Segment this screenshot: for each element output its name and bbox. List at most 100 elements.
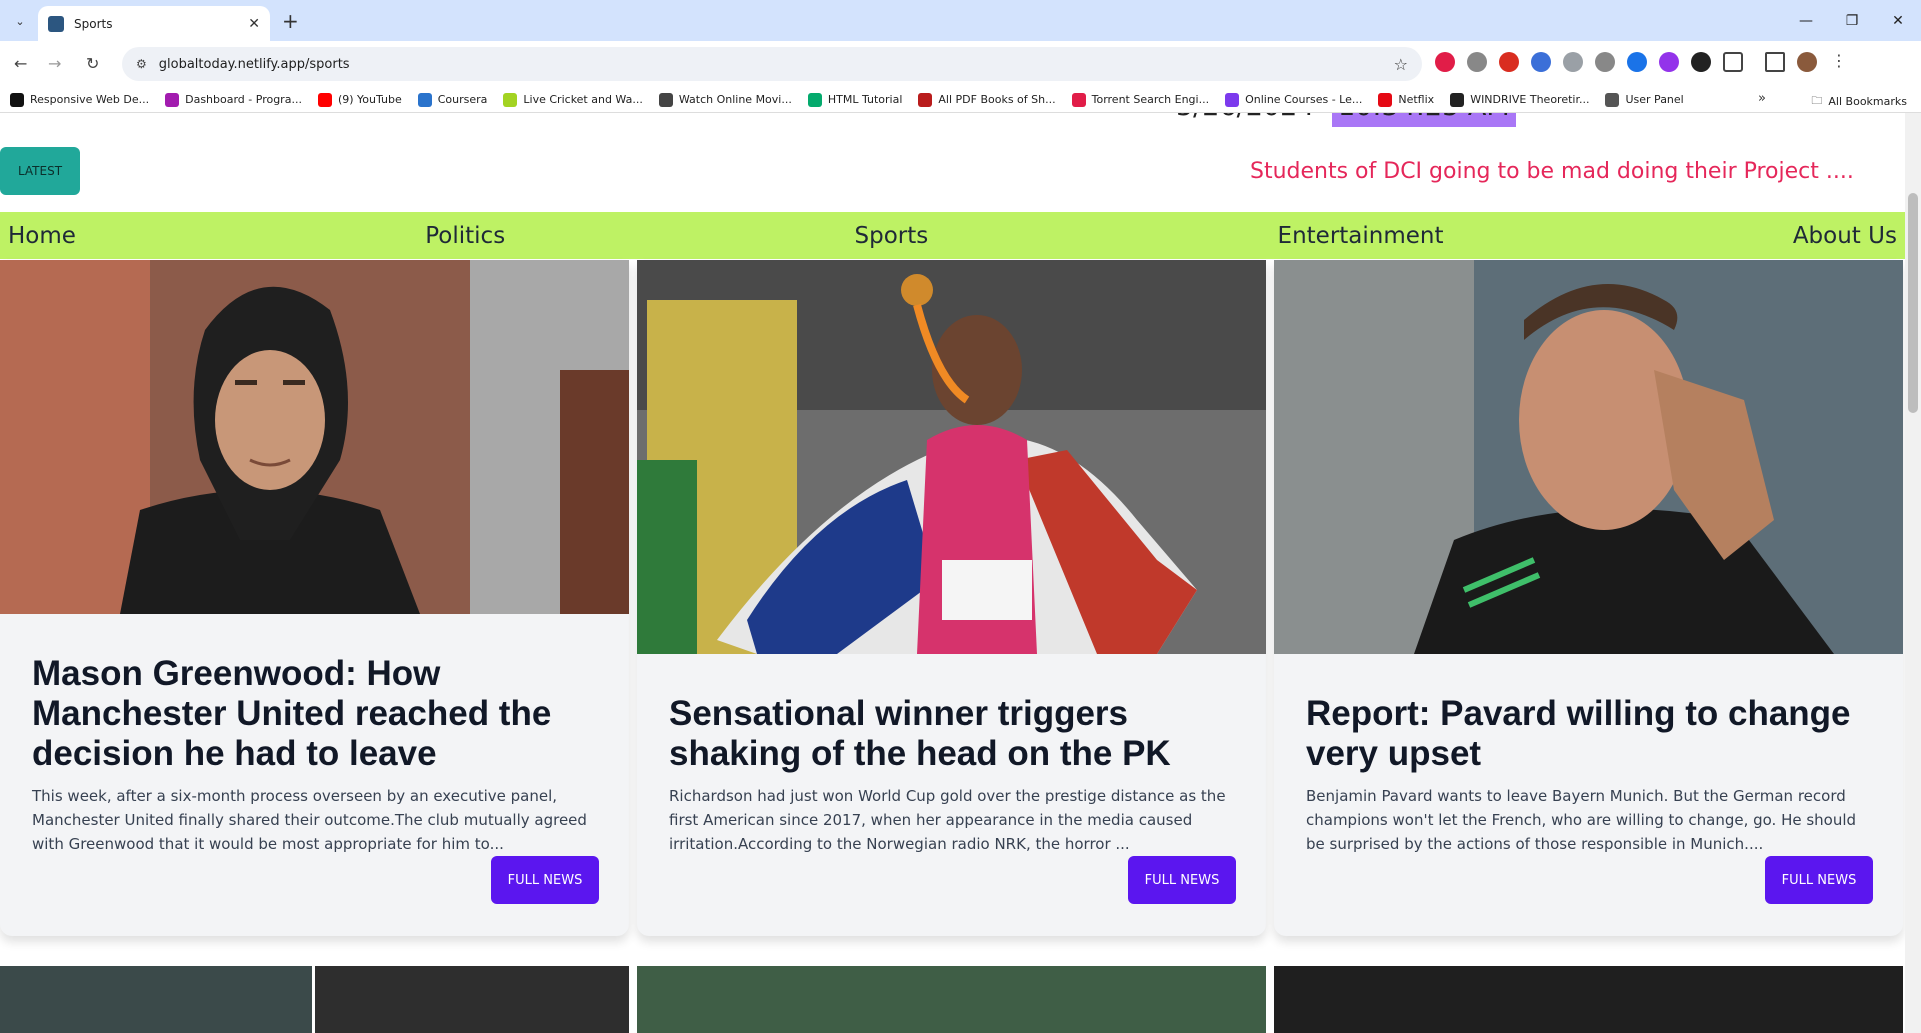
bookmark-favicon-icon bbox=[1225, 92, 1240, 107]
more-bookmarks-icon[interactable]: » bbox=[1758, 91, 1766, 106]
bookmarks-bar: Responsive Web De... Dashboard - Progra..… bbox=[0, 87, 1921, 113]
full-news-button[interactable]: FULL NEWS bbox=[1128, 856, 1236, 904]
browser-tab-strip: ⌄ Sports ✕ + — ❐ ✕ bbox=[0, 0, 1921, 41]
extension-icon[interactable] bbox=[1563, 52, 1583, 72]
bookmark-item[interactable]: Watch Online Movi... bbox=[658, 92, 792, 107]
bookmark-item[interactable]: Responsive Web De... bbox=[10, 92, 150, 107]
bookmark-label: Responsive Web De... bbox=[30, 93, 150, 106]
url-text[interactable]: globaltoday.netlify.app/sports bbox=[159, 57, 1394, 72]
all-bookmarks-label: All Bookmarks bbox=[1828, 95, 1907, 108]
bookmark-favicon-icon bbox=[1450, 92, 1465, 107]
card-title[interactable]: Report: Pavard willing to change very up… bbox=[1306, 694, 1871, 774]
bookmark-label: User Panel bbox=[1625, 93, 1684, 106]
extension-icon[interactable] bbox=[1467, 52, 1487, 72]
nav-sports[interactable]: Sports bbox=[855, 223, 929, 249]
news-card-image-peek bbox=[0, 966, 312, 1033]
menu-kebab-icon[interactable]: ⋮ bbox=[1829, 52, 1849, 72]
new-tab-button[interactable]: + bbox=[282, 9, 299, 33]
nav-politics[interactable]: Politics bbox=[425, 223, 505, 249]
bookmark-label: WINDRIVE Theoretir... bbox=[1470, 93, 1590, 106]
back-icon[interactable]: ← bbox=[14, 54, 27, 73]
extension-icon[interactable] bbox=[1691, 52, 1711, 72]
news-card: Report: Pavard willing to change very up… bbox=[1274, 260, 1903, 936]
site-favicon bbox=[48, 15, 64, 32]
date-display: 5/26/2024 bbox=[1176, 113, 1314, 122]
bookmark-favicon-icon bbox=[1071, 92, 1086, 107]
bookmark-item[interactable]: Coursera bbox=[417, 92, 488, 107]
bookmark-label: (9) YouTube bbox=[337, 93, 402, 106]
bookmark-item[interactable]: Torrent Search Engi... bbox=[1071, 92, 1210, 107]
forward-icon[interactable]: → bbox=[48, 54, 61, 73]
bookmark-label: Watch Online Movi... bbox=[678, 93, 792, 106]
card-excerpt: This week, after a six-month process ove… bbox=[32, 787, 587, 853]
latest-button[interactable]: LATEST bbox=[0, 147, 80, 195]
time-display: 10:34:25 AM bbox=[1332, 113, 1516, 127]
news-card-image-peek bbox=[315, 966, 629, 1033]
main-nav: Home Politics Sports Entertainment About… bbox=[0, 212, 1905, 259]
bookmark-item[interactable]: All PDF Books of Sh... bbox=[918, 92, 1056, 107]
nav-home[interactable]: Home bbox=[8, 223, 76, 249]
news-ticker: Students of DCI going to be mad doing th… bbox=[1250, 159, 1854, 184]
pavard-photo bbox=[1274, 260, 1903, 654]
page-viewport: 5/26/2024 10:34:25 AM LATEST Students of… bbox=[0, 113, 1921, 1033]
tab-search-button[interactable]: ⌄ bbox=[8, 10, 32, 32]
address-bar[interactable]: ⚙ globaltoday.netlify.app/sports ☆ bbox=[122, 47, 1422, 81]
adblock-icon[interactable] bbox=[1435, 52, 1455, 72]
bookmark-label: Torrent Search Engi... bbox=[1091, 93, 1210, 106]
bookmark-label: Online Courses - Le... bbox=[1245, 93, 1363, 106]
nav-entertainment[interactable]: Entertainment bbox=[1278, 223, 1444, 249]
bookmark-favicon-icon bbox=[317, 92, 332, 107]
nav-about-us[interactable]: About Us bbox=[1793, 223, 1897, 249]
side-panel-icon[interactable] bbox=[1765, 52, 1785, 72]
all-bookmarks-button[interactable]: 🗀 All Bookmarks bbox=[1811, 92, 1907, 111]
card-excerpt: Benjamin Pavard wants to leave Bayern Mu… bbox=[1306, 787, 1857, 853]
bookmark-item[interactable]: Dashboard - Progra... bbox=[165, 92, 302, 107]
news-card: Sensational winner triggers shaking of t… bbox=[637, 260, 1266, 936]
extensions-puzzle-icon[interactable] bbox=[1723, 52, 1743, 72]
bookmark-item[interactable]: Live Cricket and Wa... bbox=[503, 92, 643, 107]
active-tab[interactable]: Sports ✕ bbox=[38, 6, 270, 41]
restore-icon[interactable]: ❐ bbox=[1829, 0, 1875, 41]
card-title[interactable]: Mason Greenwood: How Manchester United r… bbox=[32, 654, 597, 774]
extension-icon[interactable] bbox=[1595, 52, 1615, 72]
site-info-icon[interactable]: ⚙ bbox=[136, 57, 147, 71]
profile-avatar[interactable] bbox=[1797, 52, 1817, 72]
bookmark-star-icon[interactable]: ☆ bbox=[1394, 55, 1408, 74]
bookmark-item[interactable]: Netflix bbox=[1378, 92, 1435, 107]
bookmark-label: Coursera bbox=[437, 93, 488, 106]
news-card-image-peek bbox=[637, 966, 1266, 1033]
bookmark-item[interactable]: Online Courses - Le... bbox=[1225, 92, 1363, 107]
extension-icon[interactable] bbox=[1659, 52, 1679, 72]
bookmark-item[interactable]: (9) YouTube bbox=[317, 92, 402, 107]
extension-icon[interactable] bbox=[1499, 52, 1519, 72]
tab-title: Sports bbox=[74, 16, 113, 31]
full-news-button[interactable]: FULL NEWS bbox=[491, 856, 599, 904]
bookmark-favicon-icon bbox=[417, 92, 432, 107]
bookmark-label: Dashboard - Progra... bbox=[185, 93, 302, 106]
bookmark-item[interactable]: HTML Tutorial bbox=[807, 92, 903, 107]
bookmark-favicon-icon bbox=[918, 92, 933, 107]
card-excerpt: Richardson had just won World Cup gold o… bbox=[669, 787, 1226, 853]
bookmark-label: Netflix bbox=[1398, 93, 1435, 106]
full-news-button[interactable]: FULL NEWS bbox=[1765, 856, 1873, 904]
bookmark-item[interactable]: User Panel bbox=[1605, 92, 1684, 107]
bookmark-label: HTML Tutorial bbox=[827, 93, 903, 106]
extension-icon[interactable] bbox=[1627, 52, 1647, 72]
bookmark-favicon-icon bbox=[1378, 92, 1393, 107]
card-title[interactable]: Sensational winner triggers shaking of t… bbox=[669, 694, 1234, 774]
extensions-row: ⋮ bbox=[1435, 52, 1849, 72]
translate-icon[interactable] bbox=[1531, 52, 1551, 72]
close-window-icon[interactable]: ✕ bbox=[1875, 0, 1921, 41]
bookmark-favicon-icon bbox=[10, 92, 24, 107]
news-card: Mason Greenwood: How Manchester United r… bbox=[0, 260, 629, 936]
minimize-icon[interactable]: — bbox=[1783, 0, 1829, 41]
bookmark-label: All PDF Books of Sh... bbox=[938, 93, 1056, 106]
bookmark-item[interactable]: WINDRIVE Theoretir... bbox=[1450, 92, 1590, 107]
folder-icon: 🗀 bbox=[1811, 94, 1823, 107]
news-card-image-peek bbox=[1274, 966, 1903, 1033]
scroll-thumb[interactable] bbox=[1908, 193, 1918, 413]
bookmark-label: Live Cricket and Wa... bbox=[523, 93, 643, 106]
reload-icon[interactable]: ↻ bbox=[86, 54, 99, 73]
close-tab-icon[interactable]: ✕ bbox=[248, 16, 260, 32]
page-scrollbar[interactable] bbox=[1905, 113, 1921, 1033]
